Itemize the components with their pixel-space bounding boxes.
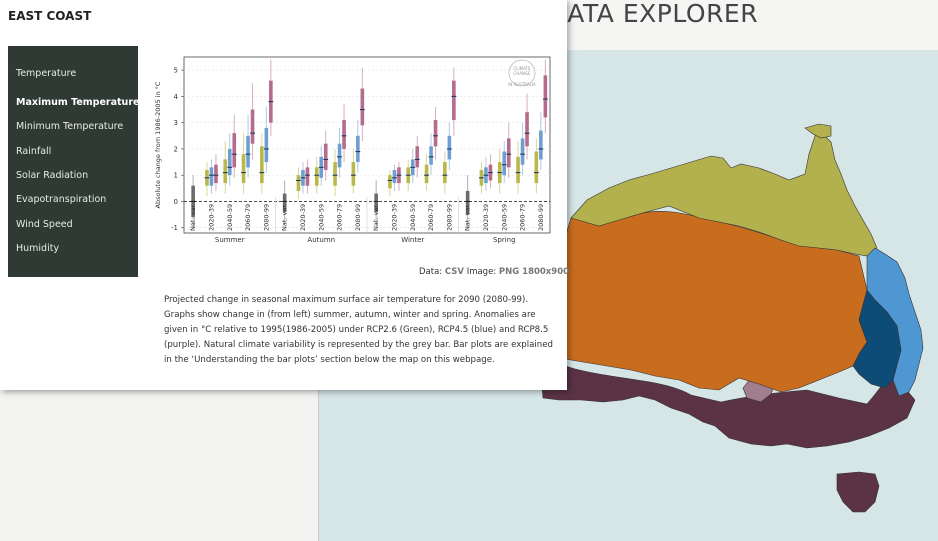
bar-rcp45	[209, 167, 214, 186]
y-tick-label: 2	[174, 145, 178, 153]
variable-item-temperature[interactable]: Temperature	[16, 68, 76, 79]
bar-rcp85	[250, 109, 255, 144]
y-tick-label: 4	[174, 93, 179, 101]
region-panel: EAST COAST Temperature Maximum Temperatu…	[0, 0, 569, 390]
period-label: 2080-99	[354, 204, 362, 231]
group-label: Autumn	[307, 236, 335, 244]
period-label: 2060-79	[427, 204, 435, 231]
variable-item-wind-speed[interactable]: Wind Speed	[16, 219, 73, 230]
bar-rcp26	[314, 167, 319, 186]
csv-download-link[interactable]: CSV	[445, 267, 464, 277]
y-tick-label: -1	[171, 224, 178, 232]
bar-rcp85	[415, 146, 420, 168]
bar-rcp45	[502, 151, 507, 176]
variable-item-solar-radiation[interactable]: Solar Radiation	[16, 170, 88, 181]
bar-rcp85	[433, 120, 438, 147]
page-title: DATA EXPLORER	[548, 0, 759, 28]
bar-chart: -1 0 1 2 3 4 5 Absolute change from 1986-2005 i…	[152, 55, 552, 250]
bar-rcp85	[360, 88, 365, 126]
period-label: 2040-59	[317, 204, 325, 231]
period-label: Nat. var.	[281, 204, 289, 232]
bar-rcp85	[452, 80, 456, 121]
bar-rcp45	[246, 135, 250, 168]
variable-item-minimum-temperature[interactable]: Minimum Temperature	[16, 121, 123, 132]
bar-rcp26	[333, 162, 337, 186]
period-label: 2040-59	[500, 204, 508, 231]
bar-rcp26	[516, 156, 520, 184]
y-tick-label: 5	[174, 67, 178, 75]
bar-rcp26	[260, 146, 264, 184]
bar-rcp45	[337, 143, 342, 168]
bar-rcp45	[539, 130, 543, 160]
bar-rcp85	[525, 112, 529, 147]
bar-chart-svg: -1 0 1 2 3 4 5 Absolute change from 1986-2005 i…	[154, 56, 551, 244]
period-label: 2020-39	[207, 204, 215, 231]
period-label: 2020-39	[299, 204, 307, 231]
period-label: 2080-99	[445, 204, 453, 231]
group-label: Summer	[215, 236, 245, 244]
bar-rcp85	[506, 138, 511, 168]
period-label: 2040-59	[409, 204, 417, 231]
period-label: 2060-79	[519, 204, 527, 231]
download-links: Data: CSV Image: PNG 1800x900	[419, 267, 569, 277]
bar-rcp45	[227, 148, 232, 176]
bar-rcp85	[543, 75, 548, 118]
y-axis-label: Absolute change from 1986-2005 in °C	[154, 81, 162, 208]
logo-text: IN AUSTRALIA	[508, 82, 536, 87]
png-download-link[interactable]: PNG 1800x900	[499, 267, 569, 277]
bar-rcp26	[223, 159, 228, 184]
period-label: Nat. var.	[464, 204, 472, 232]
region-tasmania[interactable]	[836, 471, 880, 513]
variable-item-rainfall[interactable]: Rainfall	[16, 146, 51, 157]
bar-rcp45	[429, 146, 433, 165]
bar-rcp85	[323, 143, 328, 170]
bar-rcp26	[296, 175, 301, 191]
image-label: Image:	[466, 267, 497, 277]
bar-rcp85	[214, 164, 218, 184]
period-label: 2040-59	[226, 204, 234, 231]
y-tick-label: 3	[174, 119, 178, 127]
bar-rcp45	[447, 135, 452, 160]
period-label: Nat. var.	[189, 204, 197, 232]
group-label: Spring	[493, 236, 516, 244]
period-label: 2060-79	[244, 204, 252, 231]
bar-rcp26	[388, 175, 392, 189]
data-label: Data:	[419, 267, 443, 277]
bar-rcp45	[392, 169, 397, 184]
bar-rcp45	[264, 127, 269, 163]
period-label: 2020-39	[390, 204, 398, 231]
bar-rcp26	[241, 154, 246, 184]
bar-rcp26	[351, 162, 356, 186]
variable-item-humidity[interactable]: Humidity	[16, 243, 59, 254]
bar-rcp85	[232, 133, 237, 168]
y-tick-label: 0	[174, 198, 178, 206]
region-title: EAST COAST	[8, 9, 92, 23]
bar-rcp45	[520, 138, 525, 165]
bar-rcp26	[443, 162, 447, 184]
variable-item-maximum-temperature[interactable]: Maximum Temperature	[16, 97, 139, 108]
period-label: 2020-39	[482, 204, 490, 231]
variable-item-evapotranspiration[interactable]: Evapotranspiration	[16, 194, 106, 205]
bar-rcp26	[534, 151, 539, 184]
bar-rcp26	[424, 164, 429, 184]
region-cape-york[interactable]	[804, 123, 832, 139]
group-label: Winter	[401, 236, 424, 244]
logo-text: CHANGE	[513, 71, 531, 76]
period-label: 2060-79	[336, 204, 344, 231]
period-label: 2080-99	[262, 204, 270, 231]
bar-rcp85	[305, 167, 310, 186]
bar-rcp45	[356, 135, 360, 163]
period-label: Nat. var.	[372, 204, 380, 232]
variable-menu: Temperature Maximum Temperature Minimum …	[8, 46, 139, 277]
chart-caption: Projected change in seasonal maximum sur…	[164, 295, 553, 365]
period-label: 2080-99	[537, 204, 545, 231]
y-tick-label: 1	[174, 172, 178, 180]
bar-rcp85	[342, 120, 346, 149]
